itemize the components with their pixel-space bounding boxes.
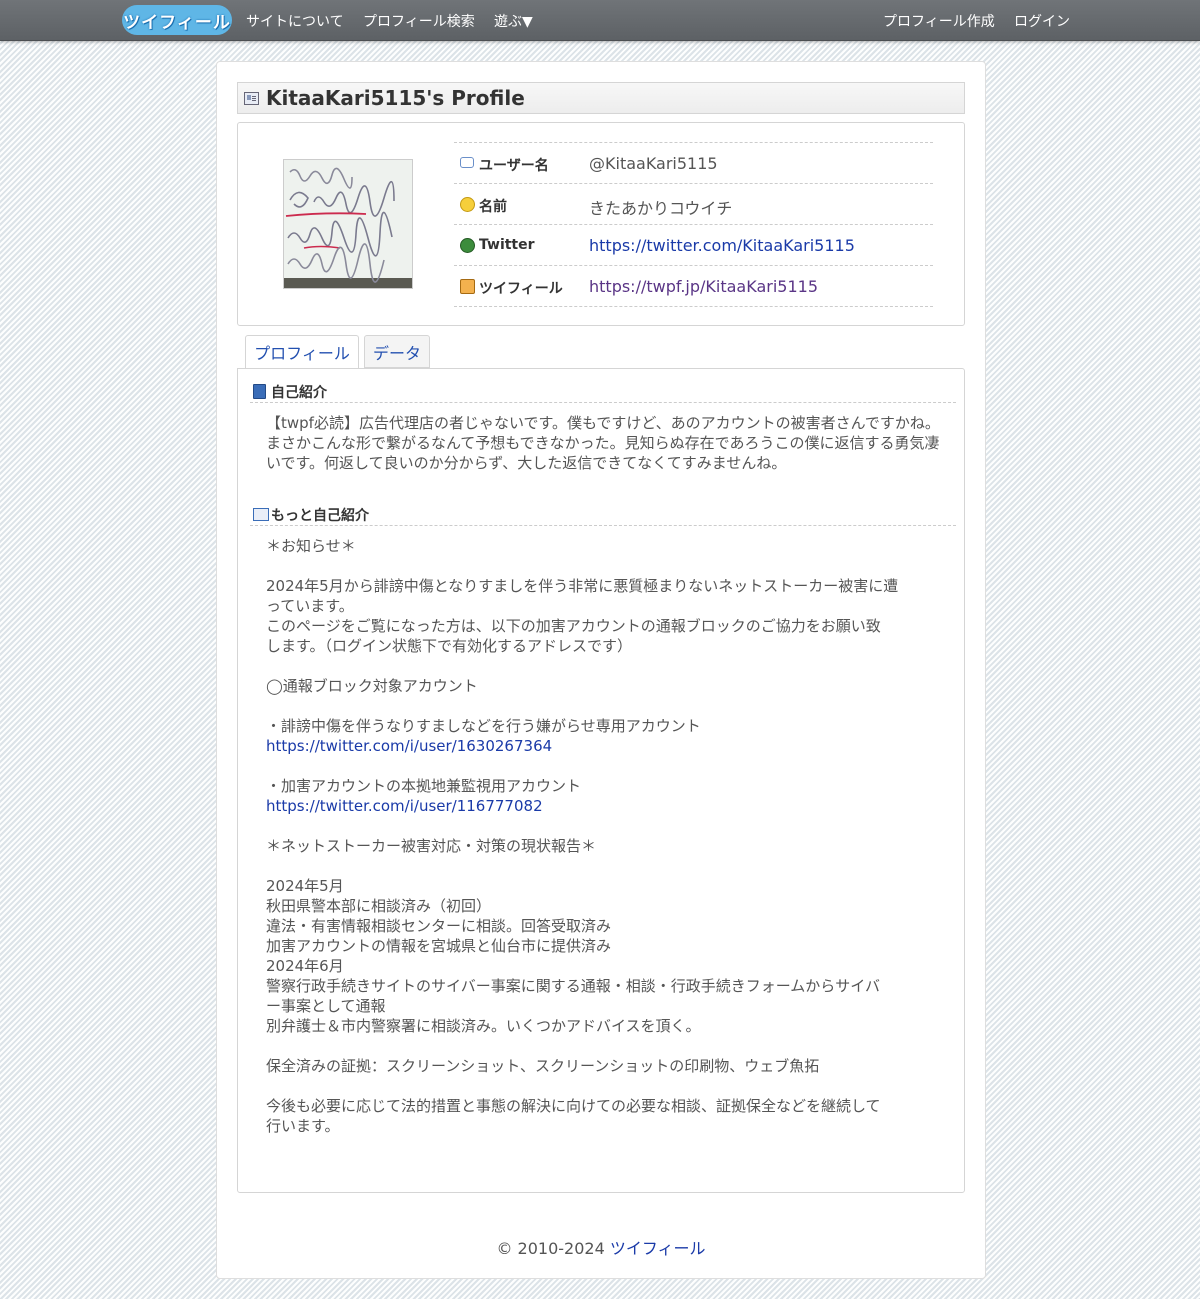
more-intro-line: 今後も必要に応じて法的措置と事態の解決に向けての必要な相談、証拠保全などを継続し… — [266, 1097, 881, 1115]
nav-about-link[interactable]: サイトについて — [246, 11, 344, 31]
footer-copyright: © 2010-2024 — [496, 1239, 605, 1258]
intro-section-header: 自己紹介 — [250, 378, 956, 403]
more-intro-link[interactable]: https://twitter.com/i/user/116777082 — [266, 796, 946, 816]
more-intro-line — [266, 856, 946, 876]
username-label: ユーザー名 — [479, 158, 549, 174]
main-container: KitaaKari5115's Profile ユーザー名 @KitaaKari… — [216, 61, 986, 1279]
top-navbar: ツイフィール サイトについて プロフィール検索 遊ぶ▼ プロフィール作成 ログイ… — [0, 0, 1200, 41]
nav-play-dropdown[interactable]: 遊ぶ▼ — [494, 11, 533, 31]
more-intro-line — [266, 1076, 946, 1096]
more-intro-line: します。（ログイン状態下で有効化するアドレスです） — [266, 637, 633, 655]
more-intro-line: 2024年5月から誹謗中傷となりすましを伴う非常に悪質極まりないネットストーカー… — [266, 577, 899, 595]
more-intro-line: 行います。 — [266, 1117, 340, 1135]
more-intro-line: 秋田県警本部に相談済み（初回） — [266, 897, 492, 915]
handwriting-image — [284, 160, 412, 288]
name-row: 名前 きたあかりコウイチ — [454, 184, 933, 225]
speech-bubble-icon — [460, 157, 474, 168]
profile-tab-panel: 自己紹介 【twpf必読】広告代理店の者じゃないです。僕もですけど、あのアカウン… — [237, 368, 965, 1193]
more-intro-line: 別弁護士＆市内警察署に相談済み。いくつかアドバイスを頂く。 — [266, 1017, 701, 1035]
more-intro-line: 違法・有害情報相談センターに相談。回答受取済み — [266, 917, 612, 935]
nav-login-link[interactable]: ログイン — [1014, 11, 1070, 31]
more-intro-line — [266, 556, 946, 576]
more-intro-line — [266, 1036, 946, 1056]
globe-icon — [460, 238, 475, 253]
tab-data[interactable]: データ — [364, 335, 430, 368]
profile-info-box: ユーザー名 @KitaaKari5115 名前 きたあかりコウイチ Twitte… — [237, 122, 965, 326]
more-intro-line: ◯通報ブロック対象アカウント — [266, 677, 478, 695]
more-intro-line: 2024年5月 — [266, 877, 344, 895]
username-value: @KitaaKari5115 — [589, 154, 718, 173]
more-intro-line: ＊ネットストーカー被害対応・対策の現状報告＊ — [266, 837, 597, 855]
intro-heading: 自己紹介 — [271, 385, 327, 401]
more-intro-body: ＊お知らせ＊ 2024年5月から誹謗中傷となりすましを伴う非常に悪質極まりないネッ… — [266, 536, 946, 1136]
more-intro-line: 警察行政手続きサイトのサイバー事案に関する通報・相談・行政手続きフォームからサイ… — [266, 977, 880, 995]
more-intro-line — [266, 756, 946, 776]
more-intro-line: ・誹謗中傷を伴うなりすましなどを行う嫌がらせ専用アカウント — [266, 717, 701, 735]
name-label: 名前 — [479, 199, 507, 215]
smiley-icon — [460, 197, 475, 212]
twitter-row: Twitter https://twitter.com/KitaaKari511… — [454, 225, 933, 266]
profile-info-table: ユーザー名 @KitaaKari5115 名前 きたあかりコウイチ Twitte… — [454, 142, 933, 307]
more-intro-line — [266, 816, 946, 836]
twitter-link[interactable]: https://twitter.com/KitaaKari5115 — [589, 236, 855, 255]
more-intro-line: ・加害アカウントの本拠地兼監視用アカウント — [266, 777, 582, 795]
more-intro-line — [266, 656, 946, 676]
intro-text: 【twpf必読】広告代理店の者じゃないです。僕もですけど、あのアカウントの被害者… — [266, 414, 940, 472]
twitter-label: Twitter — [479, 237, 535, 253]
more-section-header: もっと自己紹介 — [250, 501, 956, 526]
site-logo[interactable]: ツイフィール — [122, 5, 232, 35]
nav-profile-search-link[interactable]: プロフィール検索 — [363, 11, 475, 31]
twpf-label: ツイフィール — [479, 281, 563, 297]
open-book-icon — [253, 508, 269, 521]
more-heading: もっと自己紹介 — [271, 508, 369, 524]
twpf-row: ツイフィール https://twpf.jp/KitaaKari5115 — [454, 266, 933, 307]
twpf-link[interactable]: https://twpf.jp/KitaaKari5115 — [589, 277, 818, 296]
tab-profile[interactable]: プロフィール — [245, 335, 359, 368]
id-card-icon — [244, 92, 259, 105]
name-value: きたあかりコウイチ — [589, 199, 733, 218]
footer-site-link[interactable]: ツイフィール — [610, 1239, 706, 1258]
more-intro-line: っています。 — [266, 597, 354, 615]
more-intro-line: 2024年6月 — [266, 957, 344, 975]
more-intro-line: ＊お知らせ＊ — [266, 537, 356, 555]
page-title: KitaaKari5115's Profile — [266, 86, 525, 110]
username-row: ユーザー名 @KitaaKari5115 — [454, 143, 933, 184]
more-intro-line: ー事案として通報 — [266, 997, 386, 1015]
nav-create-profile-link[interactable]: プロフィール作成 — [883, 11, 995, 31]
more-intro-line: 加害アカウントの情報を宮城県と仙台市に提供済み — [266, 937, 612, 955]
footer: © 2010-2024 ツイフィール — [217, 1235, 985, 1259]
more-intro-line — [266, 696, 946, 716]
blue-book-icon — [253, 384, 266, 399]
more-intro-line: このページをご覧になった方は、以下の加害アカウントの通報ブロックのご協力をお願い… — [266, 617, 881, 635]
profile-title-bar: KitaaKari5115's Profile — [237, 82, 965, 114]
house-icon — [460, 279, 475, 294]
more-intro-link[interactable]: https://twitter.com/i/user/1630267364 — [266, 736, 946, 756]
more-intro-line: 保全済みの証拠：スクリーンショット、スクリーンショットの印刷物、ウェブ魚拓 — [266, 1057, 820, 1075]
avatar — [283, 159, 413, 289]
